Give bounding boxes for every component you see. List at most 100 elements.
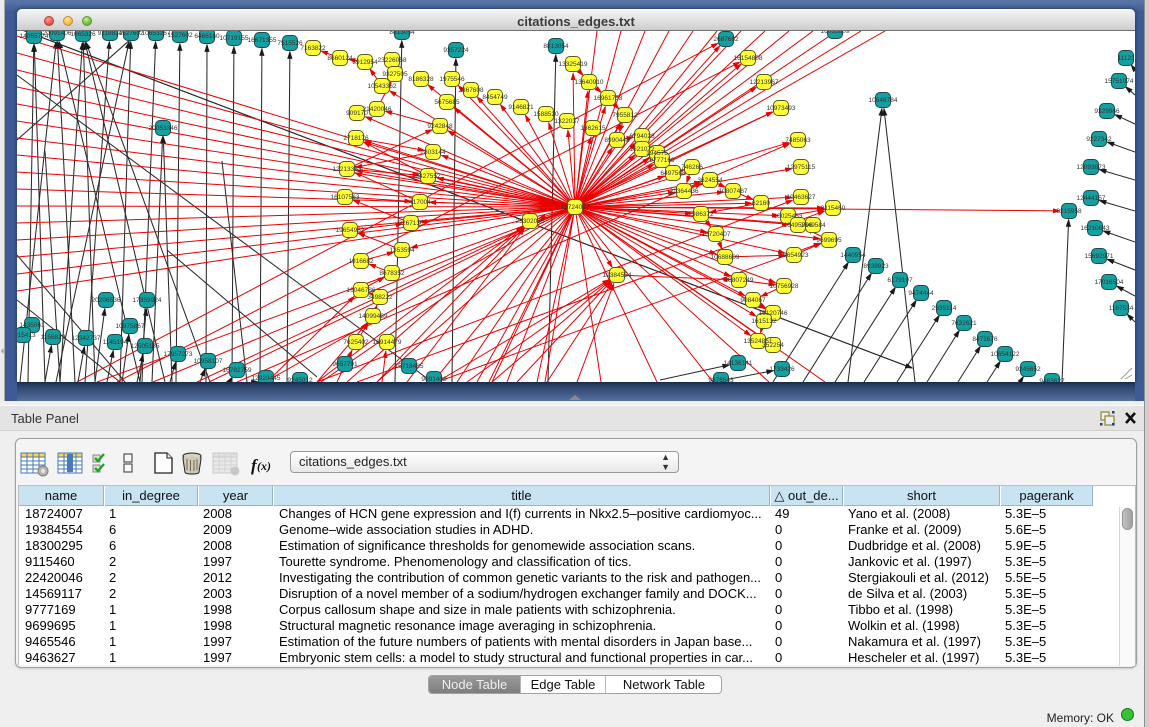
svg-text:10719155: 10719155: [220, 35, 249, 42]
svg-text:14136141: 14136141: [724, 360, 753, 367]
svg-text:12923445: 12923445: [252, 375, 281, 382]
svg-text:10543362: 10543362: [368, 83, 397, 90]
svg-text:7485063: 7485063: [785, 137, 811, 144]
svg-text:9474444: 9474444: [908, 290, 934, 297]
svg-text:2367608: 2367608: [458, 87, 484, 94]
svg-text:2718176: 2718176: [343, 135, 369, 142]
svg-text:9699695: 9699695: [816, 237, 842, 244]
svg-text:8912954: 8912954: [352, 59, 378, 66]
svg-text:7632621: 7632621: [951, 320, 977, 327]
svg-text:19654923: 19654923: [780, 252, 809, 259]
svg-text:16154808: 16154808: [734, 55, 763, 62]
svg-text:10648784: 10648784: [869, 97, 898, 104]
svg-text:1527602: 1527602: [167, 32, 193, 39]
svg-text:17957273: 17957273: [164, 351, 193, 358]
svg-text:1156829: 1156829: [41, 334, 66, 341]
svg-text:1916682: 1916682: [348, 258, 374, 265]
svg-text:6466160: 6466160: [194, 33, 220, 40]
svg-text:14099489: 14099489: [359, 313, 388, 320]
svg-text:9463627: 9463627: [1039, 378, 1065, 382]
svg-text:8186328: 8186328: [408, 76, 434, 83]
svg-text:15718485: 15718485: [395, 363, 424, 370]
svg-text:9357224: 9357224: [443, 47, 469, 54]
svg-text:1145194: 1145194: [103, 339, 128, 346]
svg-text:7986372: 7986372: [688, 211, 714, 218]
svg-text:12975115: 12975115: [787, 164, 816, 171]
svg-text:1322037: 1322037: [554, 118, 580, 125]
svg-text:9091408: 9091408: [421, 376, 447, 382]
svg-text:23226058: 23226058: [378, 57, 407, 64]
svg-text:13640910: 13640910: [575, 79, 604, 86]
svg-text:10975867: 10975867: [116, 323, 145, 330]
svg-text:1435061: 1435061: [19, 322, 45, 329]
svg-text:16033809: 16033809: [821, 31, 850, 35]
svg-text:12342737: 12342737: [72, 335, 101, 342]
svg-text:18807249: 18807249: [725, 277, 754, 284]
svg-text:8938923: 8938923: [863, 263, 889, 270]
svg-text:8990448: 8990448: [604, 137, 630, 144]
svg-text:7163822: 7163822: [300, 45, 326, 52]
svg-text:13325419: 13325419: [559, 61, 588, 68]
svg-text:20206536: 20206536: [92, 297, 121, 304]
svg-text:12213363: 12213363: [333, 166, 362, 173]
svg-text:(x): (x): [257, 459, 271, 473]
svg-text:1167534: 1167534: [1109, 305, 1134, 312]
svg-text:1588520: 1588520: [533, 111, 559, 118]
svg-text:417004: 417004: [409, 199, 431, 206]
svg-text:2935114: 2935114: [932, 305, 957, 312]
svg-text:6794028: 6794028: [629, 133, 655, 140]
svg-text:9657791: 9657791: [332, 361, 358, 368]
svg-text:1362615: 1362615: [580, 125, 606, 132]
svg-text:8215958: 8215958: [1056, 208, 1082, 215]
svg-text:8813054: 8813054: [389, 31, 415, 36]
svg-text:5675685: 5675685: [434, 99, 460, 106]
svg-text:9876543: 9876543: [708, 377, 734, 382]
svg-text:18724007: 18724007: [561, 204, 590, 211]
svg-text:12444157: 12444157: [1077, 195, 1106, 202]
svg-text:1440954: 1440954: [840, 252, 866, 259]
svg-text:23302035: 23302035: [516, 218, 545, 225]
svg-text:9777169: 9777169: [649, 157, 675, 164]
svg-text:3498222: 3498222: [367, 294, 393, 301]
svg-text:10688609: 10688609: [711, 254, 740, 261]
svg-text:9227342: 9227342: [1086, 136, 1112, 143]
svg-text:16210643: 16210643: [1081, 225, 1110, 232]
svg-text:19384554: 19384554: [603, 272, 632, 279]
svg-text:9146821: 9146821: [508, 104, 534, 111]
svg-text:8678352: 8678352: [379, 270, 405, 277]
svg-text:15692971: 15692971: [1085, 253, 1114, 260]
svg-text:12505135: 12505135: [131, 343, 160, 350]
svg-text:19654982: 19654982: [336, 227, 365, 234]
svg-text:10958107: 10958107: [194, 358, 223, 365]
svg-text:9115460: 9115460: [821, 205, 846, 212]
svg-text:3624554: 3624554: [697, 177, 723, 184]
svg-text:11123: 11123: [1117, 55, 1134, 62]
svg-text:1527602: 1527602: [118, 31, 144, 37]
svg-text:9245012: 9245012: [287, 377, 313, 382]
svg-text:9329966: 9329966: [1094, 108, 1120, 115]
svg-text:20053346: 20053346: [149, 125, 178, 132]
svg-text:15751074: 15751074: [1105, 78, 1134, 85]
svg-text:12093873: 12093873: [1077, 164, 1106, 171]
svg-text:7515526: 7515526: [277, 40, 303, 47]
svg-text:17359924: 17359924: [133, 297, 162, 304]
svg-text:6179197: 6179197: [887, 277, 913, 284]
svg-text:7955812: 7955812: [612, 112, 638, 119]
svg-text:352254: 352254: [762, 342, 784, 349]
svg-text:16120746: 16120746: [759, 310, 788, 317]
svg-text:3915413: 3915413: [17, 332, 36, 339]
svg-text:1353594: 1353594: [389, 247, 415, 254]
svg-text:17016504: 17016504: [1095, 279, 1124, 286]
svg-text:16961758: 16961758: [594, 95, 623, 102]
svg-text:1615132: 1615132: [751, 318, 777, 325]
svg-text:10654122: 10654122: [991, 351, 1020, 358]
svg-text:9245652: 9245652: [1015, 366, 1041, 373]
svg-text:1065326: 1065326: [70, 31, 96, 38]
svg-text:1649584: 1649584: [800, 222, 826, 229]
svg-text:1733426: 1733426: [769, 366, 795, 373]
svg-text:2803144: 2803144: [420, 149, 446, 156]
svg-text:16107563: 16107563: [331, 194, 360, 201]
svg-text:16046786: 16046786: [347, 287, 376, 294]
svg-text:1975546: 1975546: [439, 76, 465, 83]
svg-text:12213967: 12213967: [750, 79, 779, 86]
